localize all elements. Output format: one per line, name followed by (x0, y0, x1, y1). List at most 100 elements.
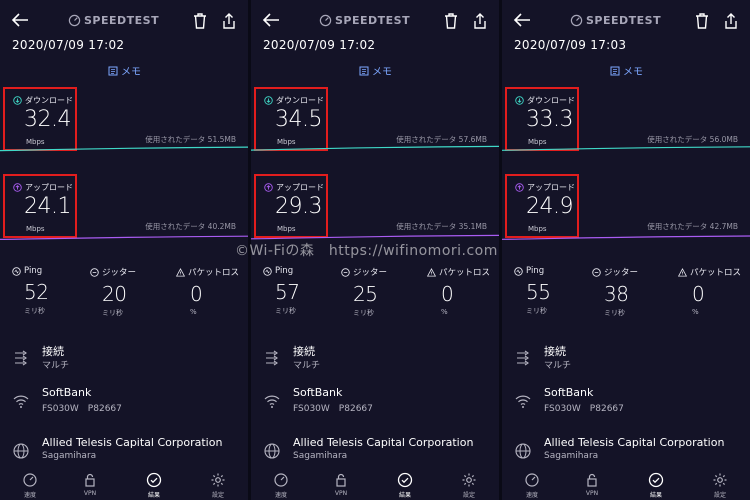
lock-icon (85, 473, 95, 487)
packet-loss-label-text: パケットロス (690, 268, 742, 278)
gear-icon (211, 473, 225, 487)
download-arrow-icon (515, 96, 524, 105)
packet-loss-stat: パケットロス 0 % (678, 266, 750, 316)
nav-vpn-label: VPN (83, 490, 97, 497)
nav-results-label: 結果 (649, 492, 662, 499)
nav-vpn[interactable]: VPN (70, 472, 110, 497)
warning-icon (176, 267, 185, 277)
upload-graph (0, 235, 248, 240)
nav-settings-label: 設定 (211, 492, 224, 499)
jitter-value: 20 (102, 282, 127, 306)
nav-speed[interactable]: 速度 (10, 472, 50, 499)
jitter-icon (592, 267, 601, 277)
check-circle-icon (397, 472, 413, 488)
result-panel-3: SPEEDTEST 2020/07/09 17:03 メモ ダウンロード 33.… (502, 0, 750, 500)
screenshots-row: SPEEDTEST 2020/07/09 17:02 メモ ダウンロード 32.… (0, 0, 750, 500)
upload-speed: 24.9 (526, 194, 573, 219)
result-panel-2: SPEEDTEST 2020/07/09 17:02 メモ ダウンロード 34.… (251, 0, 499, 500)
memo-button[interactable]: メモ (108, 63, 141, 78)
upload-trace-line (502, 235, 750, 240)
nav-results[interactable]: 結果 (636, 472, 676, 499)
nav-settings[interactable]: 設定 (449, 472, 489, 499)
memo-icon (108, 66, 118, 75)
ping-stat: Ping 52 ミリ秒 (12, 266, 92, 316)
result-panel-1: SPEEDTEST 2020/07/09 17:02 メモ ダウンロード 32.… (0, 0, 248, 500)
gear-icon (713, 473, 727, 487)
globe-icon (13, 443, 29, 459)
memo-label: メモ (121, 67, 141, 78)
packet-loss-unit: % (441, 308, 448, 316)
ping-value: 57 (275, 280, 300, 304)
memo-button[interactable]: メモ (610, 63, 643, 78)
brand-title: SPEEDTEST (335, 14, 411, 27)
jitter-icon (341, 267, 350, 277)
upload-label: アップロード (515, 182, 575, 193)
nav-results-label: 結果 (398, 492, 411, 499)
memo-button[interactable]: メモ (359, 63, 392, 78)
jitter-unit: ミリ秒 (353, 309, 374, 317)
ping-unit: ミリ秒 (275, 307, 296, 315)
speedometer-icon (525, 473, 539, 487)
ping-label: Ping (514, 266, 594, 276)
lock-icon (336, 473, 346, 487)
wifi-icon (515, 395, 531, 408)
test-datetime: 2020/07/09 17:02 (12, 38, 125, 52)
check-circle-icon (648, 472, 664, 488)
packet-loss-value: 0 (441, 282, 454, 306)
back-arrow-icon[interactable] (512, 10, 532, 30)
nav-vpn[interactable]: VPN (321, 472, 361, 497)
ping-unit: ミリ秒 (526, 307, 547, 315)
connection-value: マルチ (544, 361, 572, 371)
nav-vpn-label: VPN (334, 490, 348, 497)
back-arrow-icon[interactable] (261, 10, 281, 30)
jitter-label-text: ジッター (102, 268, 137, 278)
jitter-label-text: ジッター (353, 268, 388, 278)
server-info: Allied Telesis Capital Corporation Sagam… (12, 436, 242, 470)
nav-results[interactable]: 結果 (385, 472, 425, 499)
nav-vpn[interactable]: VPN (572, 472, 612, 497)
download-label: ダウンロード (264, 95, 324, 106)
nav-speed[interactable]: 速度 (261, 472, 301, 499)
download-label: ダウンロード (13, 95, 73, 106)
connection-info: 接続 マルチ (263, 343, 493, 377)
nav-settings[interactable]: 設定 (198, 472, 238, 499)
jitter-stat: ジッター 25 ミリ秒 (341, 266, 421, 318)
jitter-stat: ジッター 20 ミリ秒 (90, 266, 170, 318)
upload-graph (251, 234, 499, 240)
warning-icon (427, 267, 436, 277)
nav-vpn-label: VPN (585, 490, 599, 497)
share-icon[interactable] (472, 12, 488, 30)
jitter-label-text: ジッター (604, 268, 639, 278)
check-circle-icon (146, 472, 162, 488)
isp-name: SoftBank (293, 386, 343, 399)
packet-loss-stat: パケットロス 0 % (427, 266, 499, 316)
download-graph (502, 146, 750, 151)
isp-info: SoftBank FS030W P82667 (263, 386, 493, 420)
isp-info: SoftBank FS030W P82667 (12, 386, 242, 420)
wifi-icon (13, 395, 29, 408)
server-name: Allied Telesis Capital Corporation (42, 436, 223, 449)
trash-icon[interactable] (443, 12, 459, 30)
connection-value: マルチ (42, 361, 70, 371)
nav-speed[interactable]: 速度 (512, 472, 552, 499)
back-arrow-icon[interactable] (10, 10, 30, 30)
ping-value: 52 (24, 280, 49, 304)
packet-loss-label: パケットロス (678, 266, 750, 278)
upload-graph (502, 235, 750, 240)
upload-arrow-icon (13, 183, 22, 192)
share-icon[interactable] (723, 12, 739, 30)
trash-icon[interactable] (694, 12, 710, 30)
upload-label-text: アップロード (276, 183, 324, 192)
share-icon[interactable] (221, 12, 237, 30)
trash-icon[interactable] (192, 12, 208, 30)
globe-icon (264, 443, 280, 459)
top-bar: SPEEDTEST (0, 0, 248, 38)
bottom-nav: 速度 VPN 結果 設定 (502, 470, 750, 500)
nav-settings[interactable]: 設定 (700, 472, 740, 499)
ping-label: Ping (263, 266, 343, 276)
download-arrow-icon (13, 96, 22, 105)
isp-info: SoftBank FS030W P82667 (514, 386, 744, 420)
packet-loss-value: 0 (190, 282, 203, 306)
nav-results[interactable]: 結果 (134, 472, 174, 499)
jitter-label: ジッター (592, 266, 672, 278)
